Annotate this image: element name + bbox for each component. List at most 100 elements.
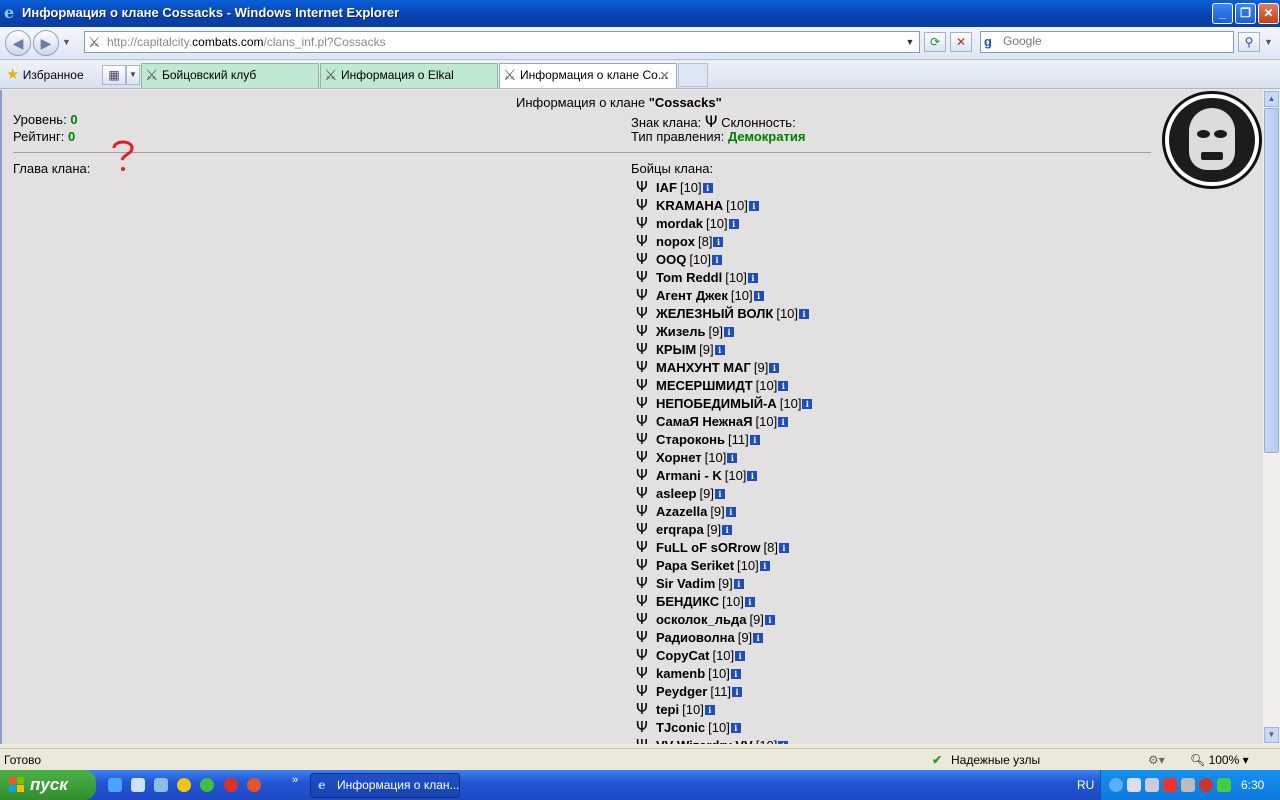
info-icon[interactable]: i [714, 345, 725, 355]
address-dropdown-icon[interactable]: ▼ [903, 34, 917, 50]
member-name[interactable]: TJconic [656, 720, 705, 735]
media-quicklaunch-icon[interactable] [177, 778, 191, 792]
address-bar[interactable]: ⚔ http://capitalcity.combats.com/clans_i… [84, 31, 920, 53]
icq-quicklaunch-icon[interactable] [200, 778, 214, 792]
scroll-up-icon[interactable]: ▲ [1264, 91, 1279, 107]
member-name[interactable]: VV Wizardry VV [656, 738, 753, 744]
member-name[interactable]: Sir Vadim [656, 576, 715, 591]
member-name[interactable]: asleep [656, 486, 696, 501]
info-icon[interactable]: i [778, 543, 789, 553]
app-quicklaunch-icon[interactable] [154, 778, 168, 792]
device-icon[interactable] [1181, 778, 1195, 792]
info-icon[interactable]: i [778, 417, 789, 427]
volume-icon[interactable] [1217, 778, 1231, 792]
member-name[interactable]: КРЫМ [656, 342, 696, 357]
network2-icon[interactable] [1145, 778, 1159, 792]
member-name[interactable]: kamenb [656, 666, 705, 681]
vertical-scrollbar[interactable]: ▲ ▼ [1263, 90, 1280, 744]
member-name[interactable]: Агент Джек [656, 288, 728, 303]
member-name[interactable]: IAF [656, 180, 677, 195]
close-button[interactable]: ✕ [1258, 3, 1279, 24]
language-indicator[interactable]: RU [1077, 778, 1094, 792]
member-name[interactable]: БЕНДИКС [656, 594, 719, 609]
member-name[interactable]: Peydger [656, 684, 707, 699]
info-icon[interactable]: i [733, 579, 744, 589]
info-icon[interactable]: i [702, 183, 713, 193]
ie-quicklaunch-icon[interactable] [108, 778, 122, 792]
search-button[interactable]: ⚲ [1238, 32, 1260, 52]
member-name[interactable]: Жизель [656, 324, 706, 339]
member-name[interactable]: осколок_льда [656, 612, 746, 627]
member-name[interactable]: mordak [656, 216, 703, 231]
refresh-button[interactable]: ⟳ [924, 32, 946, 52]
tab-list-button[interactable]: ▼ [126, 65, 140, 85]
info-icon[interactable]: i [778, 381, 789, 391]
info-icon[interactable]: i [727, 453, 738, 463]
member-name[interactable]: Armani - K [656, 468, 722, 483]
info-icon[interactable]: i [802, 399, 813, 409]
member-name[interactable]: tepi [656, 702, 679, 717]
info-icon[interactable]: i [744, 597, 755, 607]
info-icon[interactable]: i [753, 291, 764, 301]
member-name[interactable]: Azazella [656, 504, 707, 519]
info-icon[interactable]: i [747, 273, 758, 283]
info-icon[interactable]: i [778, 741, 789, 744]
member-name[interactable]: erqrapa [656, 522, 704, 537]
forward-button[interactable]: ▶ [33, 30, 59, 56]
start-button[interactable]: пуск [0, 770, 96, 800]
info-icon[interactable]: i [730, 723, 741, 733]
firefox-quicklaunch-icon[interactable] [247, 778, 261, 792]
member-name[interactable]: Tom Reddl [656, 270, 722, 285]
info-icon[interactable]: i [799, 309, 810, 319]
member-name[interactable]: НЕПОБЕДИМЫЙ-А [656, 396, 777, 411]
member-name[interactable]: Радиоволна [656, 630, 735, 645]
network-icon[interactable] [1127, 778, 1141, 792]
member-name[interactable]: Хорнет [656, 450, 702, 465]
zoom-control[interactable]: 🔍︎ 100% ▾ [1190, 753, 1249, 767]
info-icon[interactable]: i [747, 471, 758, 481]
new-tab-button[interactable] [678, 63, 708, 87]
minimize-button[interactable]: _ [1212, 3, 1233, 24]
search-box[interactable]: g [980, 31, 1234, 53]
info-icon[interactable]: i [712, 255, 723, 265]
opera-quicklaunch-icon[interactable] [224, 778, 238, 792]
member-name[interactable]: ЖЕЛЕЗНЫЙ ВОЛК [656, 306, 773, 321]
member-name[interactable]: CopyCat [656, 648, 709, 663]
quicklaunch-expand-icon[interactable]: » [292, 774, 298, 786]
tab-close-icon[interactable]: ✕ [659, 64, 670, 87]
info-icon[interactable]: i [713, 237, 724, 247]
info-icon[interactable]: i [764, 615, 775, 625]
tab-fight-club[interactable]: ⚔ Бойцовский клуб [141, 63, 319, 88]
member-name[interactable]: МЕСЕРШМИДТ [656, 378, 753, 393]
scroll-down-icon[interactable]: ▼ [1264, 727, 1279, 743]
member-name[interactable]: СамаЯ НежнаЯ [656, 414, 753, 429]
info-icon[interactable]: i [759, 561, 770, 571]
protected-mode-icon[interactable]: ⚙▾ [1148, 753, 1165, 767]
antivirus-icon[interactable] [1163, 778, 1177, 792]
info-icon[interactable]: i [725, 507, 736, 517]
quick-tabs-button[interactable]: ▦ [102, 65, 126, 85]
member-name[interactable]: KRAMAHA [656, 198, 723, 213]
info-icon[interactable]: i [769, 363, 780, 373]
info-icon[interactable]: i [714, 489, 725, 499]
member-name[interactable]: Староконь [656, 432, 725, 447]
history-dropdown-icon[interactable]: ▼ [62, 37, 71, 47]
info-icon[interactable]: i [723, 327, 734, 337]
info-icon[interactable]: i [730, 669, 741, 679]
search-input[interactable] [1003, 34, 1223, 48]
scroll-thumb[interactable] [1264, 108, 1279, 453]
member-name[interactable]: nopox [656, 234, 695, 249]
info-icon[interactable]: i [728, 219, 739, 229]
tab-elkal-info[interactable]: ⚔ Информация о Elkal [320, 63, 498, 88]
messenger-quicklaunch-icon[interactable] [131, 778, 145, 792]
info-icon[interactable]: i [749, 435, 760, 445]
search-options-icon[interactable]: ▼ [1264, 37, 1273, 47]
favorites-button[interactable]: ★ Избранное [6, 65, 84, 83]
member-name[interactable]: Papa Seriket [656, 558, 734, 573]
stop-button[interactable]: ✕ [950, 32, 972, 52]
info-icon[interactable]: i [753, 633, 764, 643]
info-icon[interactable]: i [722, 525, 733, 535]
info-icon[interactable]: i [704, 705, 715, 715]
member-name[interactable]: FuLL oF sORrow [656, 540, 760, 555]
member-name[interactable]: МАНХУНТ МАГ [656, 360, 751, 375]
